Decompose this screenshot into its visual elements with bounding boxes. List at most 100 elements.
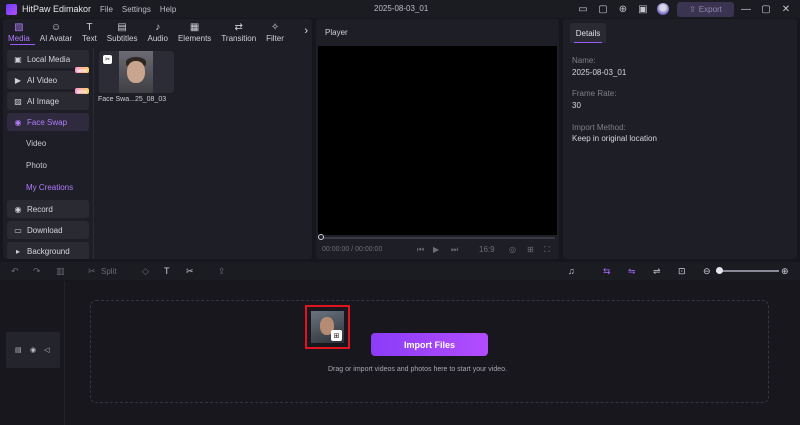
player-timecode: 00:00:00 / 00:00:00 — [322, 246, 383, 253]
fit-timeline-icon[interactable]: ⊡ — [678, 266, 686, 277]
minimize-icon[interactable]: — — [740, 3, 752, 15]
sidebar-item-download[interactable]: ▭ Download — [7, 221, 89, 239]
tab-transition[interactable]: ⇄ Transition — [216, 19, 261, 45]
media-photo-face — [127, 61, 145, 83]
face-swap-icon: ◉ — [14, 117, 22, 127]
gift-icon[interactable]: ▣ — [637, 3, 649, 15]
sidebar-item-ai-video[interactable]: ▶ AI Video NEW — [7, 67, 89, 89]
export-frame-icon[interactable]: ⇪ — [218, 266, 226, 277]
next-frame-icon[interactable]: ⏭ — [451, 245, 458, 255]
maximize-icon[interactable]: ▢ — [760, 3, 772, 15]
details-tab-indicator — [574, 42, 602, 43]
user-avatar[interactable] — [657, 3, 669, 15]
track-visibility-icon[interactable]: ◉ — [30, 346, 36, 354]
zoom-out-icon[interactable]: ⊖ — [703, 266, 711, 277]
tab-subtitles[interactable]: ▤ Subtitles — [102, 19, 143, 45]
aspect-ratio-select[interactable]: 16:9 — [479, 245, 495, 254]
new-badge: NEW — [75, 88, 89, 94]
play-icon[interactable]: ▶ — [433, 245, 439, 254]
track-header: ▤ ◉ ◁ — [6, 332, 60, 368]
text-tool-icon[interactable]: T — [164, 266, 170, 276]
details-name-label: Name: — [572, 56, 596, 65]
sidebar-item-face-swap[interactable]: ◉ Face Swap — [7, 113, 89, 131]
magnet-snap-icon[interactable]: ⇆ — [603, 266, 611, 277]
track-lock-icon[interactable]: ▤ — [15, 346, 22, 354]
shield-icon[interactable]: ◇ — [142, 266, 149, 277]
dragged-media-thumbnail[interactable]: ⊞ — [305, 305, 350, 349]
download-icon[interactable]: ⊕ — [617, 3, 629, 15]
track-mute-icon[interactable]: ◁ — [44, 346, 49, 354]
crop-icon[interactable]: ⊞ — [527, 245, 534, 254]
zoom-in-icon[interactable]: ⊕ — [781, 266, 789, 277]
media-library: ✂ Face Swa...25_08_03 — [93, 48, 312, 259]
sidebar-sub-video[interactable]: Video — [26, 139, 46, 148]
sidebar-sub-photo[interactable]: Photo — [26, 161, 47, 170]
unlink-icon[interactable]: ⇌ — [653, 266, 661, 277]
menu-help[interactable]: Help — [160, 5, 176, 14]
previous-frame-icon[interactable]: ⏮ — [417, 245, 424, 255]
details-frame-rate-label: Frame Rate: — [572, 89, 617, 98]
split-label[interactable]: Split — [101, 267, 117, 276]
app-logo — [6, 3, 17, 15]
player-progress-handle[interactable] — [318, 234, 324, 240]
sidebar-item-record[interactable]: ◉ Record — [7, 200, 89, 218]
close-icon[interactable]: ✕ — [780, 3, 792, 15]
sidebar-item-local-media[interactable]: ▣ Local Media — [7, 50, 89, 68]
app-name: HitPaw Edimakor — [22, 4, 92, 14]
details-import-method-label: Import Method: — [572, 123, 626, 132]
download-icon: ▭ — [14, 225, 22, 235]
auto-cut-icon[interactable]: ✂ — [186, 266, 194, 277]
sidebar-item-ai-image[interactable]: ▨ AI Image NEW — [7, 88, 89, 110]
menu-file[interactable]: File — [100, 5, 113, 14]
face-swap-badge-icon: ⊞ — [331, 330, 342, 341]
subtitles-icon: ▤ — [117, 22, 127, 33]
tool-tabs: ▧ Media ☺ AI Avatar T Text ▤ Subtitles ♪ Audi… — [3, 19, 312, 45]
import-files-button[interactable]: Import Files — [371, 333, 488, 356]
tab-text[interactable]: T Text — [77, 19, 102, 45]
tab-filter[interactable]: ✧ Filter — [261, 19, 289, 45]
fullscreen-icon[interactable]: ⛶ — [544, 245, 550, 255]
sidebar-sub-my-creations[interactable]: My Creations — [26, 183, 73, 192]
avatar-icon: ☺ — [50, 22, 62, 33]
track-divider — [64, 281, 65, 425]
delete-icon[interactable]: ▥ — [56, 266, 65, 277]
text-icon: T — [86, 22, 93, 33]
split-icon[interactable]: ✂ — [88, 266, 96, 277]
player-screen[interactable] — [318, 46, 557, 235]
undo-icon[interactable]: ↶ — [11, 266, 19, 277]
tab-ai-avatar[interactable]: ☺ AI Avatar — [35, 19, 77, 45]
media-item-thumbnail[interactable]: ✂ — [99, 51, 174, 93]
media-panel: ▧ Media ☺ AI Avatar T Text ▤ Subtitles ♪ Audi… — [3, 19, 312, 259]
media-sidebar: ▣ Local Media ▶ AI Video NEW ▨ AI Image … — [3, 48, 91, 259]
title-bar: HitPaw Edimakor File Settings Help 2025-… — [0, 0, 800, 18]
transition-icon: ⇄ — [234, 22, 243, 33]
timeline-toolbar: ↶ ↷ ▥ ✂ Split ◇ T ✂ ⇪ ♫ ⇆ ⇋ ⇌ ⊡ ⊖ ⊕ — [0, 262, 800, 280]
sidebar-item-background[interactable]: ▸ Background — [7, 242, 89, 259]
project-title: 2025-08-03_01 — [374, 4, 429, 13]
folder-icon: ▣ — [14, 54, 22, 64]
player-title: Player — [325, 28, 348, 37]
audio-icon: ♪ — [155, 22, 161, 33]
tab-elements[interactable]: ▦ Elements — [173, 19, 216, 45]
tab-details[interactable]: Details — [570, 23, 606, 43]
tabs-scroll-right-icon[interactable]: › — [304, 25, 308, 37]
export-button[interactable]: ⇪ Export — [677, 1, 734, 17]
elements-icon: ▦ — [189, 22, 200, 33]
player-progress-bar[interactable] — [320, 237, 555, 239]
menu-settings[interactable]: Settings — [122, 5, 151, 14]
details-panel: Details Name: 2025-08-03_01 Frame Rate: … — [563, 19, 797, 259]
active-tab-indicator — [10, 44, 35, 45]
link-icon[interactable]: ⇋ — [628, 266, 636, 277]
layout-icon[interactable]: ▭ — [577, 3, 589, 15]
tab-media[interactable]: ▧ Media — [3, 19, 35, 45]
tab-audio[interactable]: ♪ Audio — [142, 19, 172, 45]
zoom-slider-track[interactable] — [716, 270, 779, 272]
redo-icon[interactable]: ↷ — [33, 266, 41, 277]
feedback-icon[interactable]: ▢ — [597, 3, 609, 15]
snapshot-icon[interactable]: ◎ — [509, 245, 516, 254]
microphone-icon[interactable]: ♫ — [568, 266, 575, 276]
zoom-slider-handle[interactable] — [716, 267, 723, 274]
face-swap-badge-icon: ✂ — [103, 55, 112, 64]
record-icon: ◉ — [14, 204, 22, 214]
details-name-value: 2025-08-03_01 — [572, 68, 627, 77]
